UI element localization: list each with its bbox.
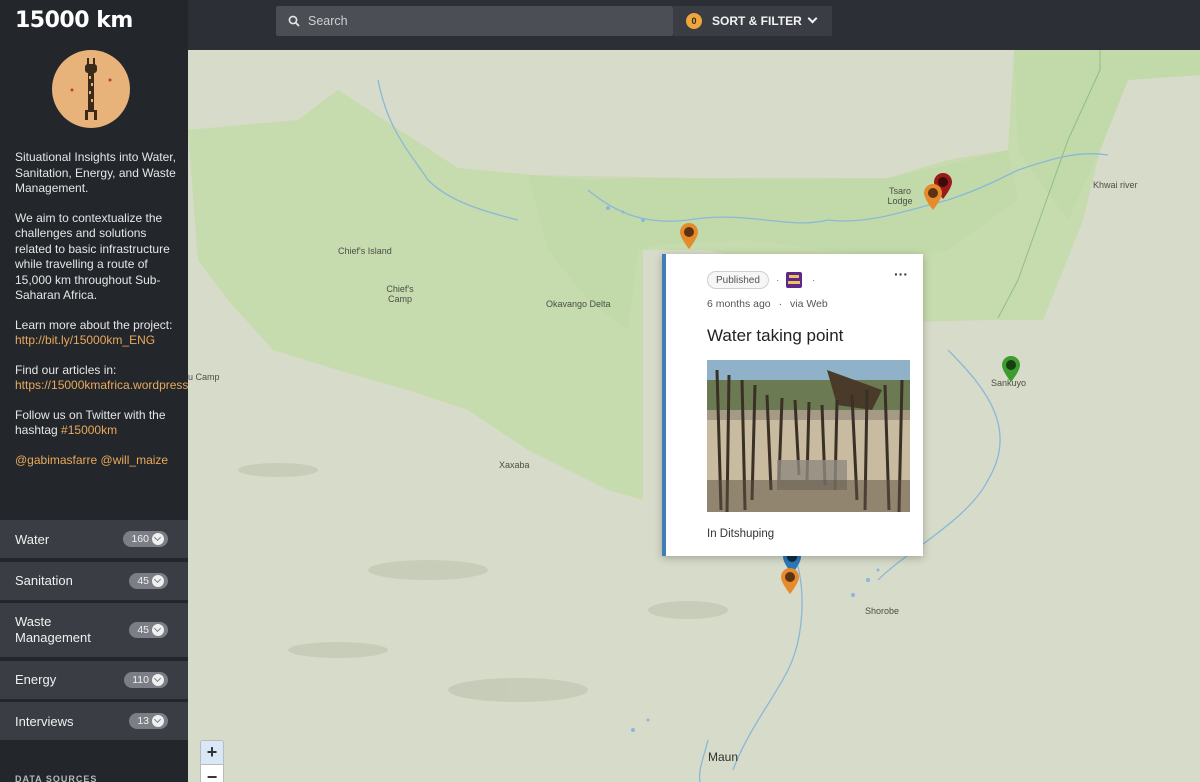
category-interviews[interactable]: Interviews 13 [0,702,188,740]
map-pin-green[interactable] [1001,355,1021,383]
category-label: Energy [15,672,57,687]
chevron-down-icon [152,624,164,636]
hashtag-link[interactable]: #15000km [61,423,117,437]
category-list: Water 160 Sanitation 45 Waste Management… [0,520,188,744]
place-label-chiefs-island: Chief's Island [338,246,392,256]
articles-link[interactable]: https://15000kmafrica.wordpress.com [15,378,188,392]
post-popup-card[interactable]: Published · · ··· 6 months ago · via Web… [662,254,923,556]
top-bar: 0 SORT & FILTER [188,0,1200,50]
place-label-tsaro-lodge: Tsaro Lodge [887,186,913,206]
post-location: In Ditshuping [707,528,775,540]
post-title[interactable]: Water taking point [707,326,843,346]
chevron-down-icon [152,673,164,686]
category-water[interactable]: Water 160 [0,520,188,558]
category-sanitation[interactable]: Sanitation 45 [0,561,188,600]
description-line-2: We aim to contextualize the challenges a… [15,210,170,303]
separator-dot: · [778,298,783,310]
category-count-badge[interactable]: 45 [129,622,168,638]
handles-link[interactable]: @gabimasfarre @will_maize [15,453,168,467]
articles-text: Find our articles in: [15,362,117,377]
chevron-down-icon [807,13,818,24]
description-line-1: Situational Insights into Water, Sanitat… [15,150,176,195]
category-count-badge[interactable]: 13 [129,713,168,729]
source-icon [786,272,802,288]
status-badge: Published [707,271,769,289]
chevron-down-icon [152,715,164,727]
sort-filter-button[interactable]: 0 SORT & FILTER [673,6,832,36]
map-pin-orange[interactable] [679,222,699,250]
site-title[interactable]: 15000 km [15,8,133,33]
search-input[interactable] [308,14,648,28]
project-link[interactable]: http://bit.ly/15000km_ENG [15,333,155,347]
category-waste-management[interactable]: Waste Management 45 [0,603,188,657]
category-count-badge[interactable]: 160 [123,531,168,547]
place-label-xaxaba: Xaxaba [499,460,530,470]
chevron-down-icon [152,574,164,587]
giraffe-logo [52,50,130,128]
place-label-okavango-delta: Okavango Delta [546,299,611,309]
place-label-khwai-river: Khwai river [1093,180,1138,190]
place-label-maun: Maun [708,750,739,764]
category-count-badge[interactable]: 110 [124,671,168,688]
separator-dot: · [776,275,780,286]
map-pin-orange[interactable] [923,183,943,211]
post-photo[interactable] [707,360,910,512]
search-icon [288,15,300,27]
sort-filter-label: SORT & FILTER [712,14,802,28]
data-sources-heading[interactable]: DATA SOURCES [15,774,97,782]
zoom-in-button[interactable]: + [201,741,223,765]
category-label: Interviews [15,713,74,729]
zoom-control: + − [200,740,224,782]
learn-more-text: Learn more about the project: [15,317,173,332]
place-label-shorobe: Shorobe [865,606,900,616]
filter-count-badge: 0 [686,13,702,29]
separator-dot: · [812,275,816,286]
search-box[interactable] [276,6,673,36]
category-energy[interactable]: Energy 110 [0,660,188,699]
post-via: via Web [789,298,828,310]
category-count-badge[interactable]: 45 [129,572,168,589]
category-label: Sanitation [15,573,73,588]
sidebar: 15000 km Situational Insights into Water… [0,0,188,782]
place-label-u-camp: u Camp [188,372,220,382]
post-meta: 6 months ago · via Web [707,298,828,310]
map-pin-orange[interactable] [780,567,800,595]
place-label-chiefs-camp: Chief's Camp [386,284,414,304]
category-label: Water [15,531,50,547]
site-description: Situational Insights into Water, Sanitat… [15,150,188,482]
post-time: 6 months ago [707,298,771,310]
category-label: Waste Management [15,614,91,645]
more-options-icon[interactable]: ··· [894,266,908,282]
chevron-down-icon [152,533,164,545]
zoom-out-button[interactable]: − [201,765,223,782]
